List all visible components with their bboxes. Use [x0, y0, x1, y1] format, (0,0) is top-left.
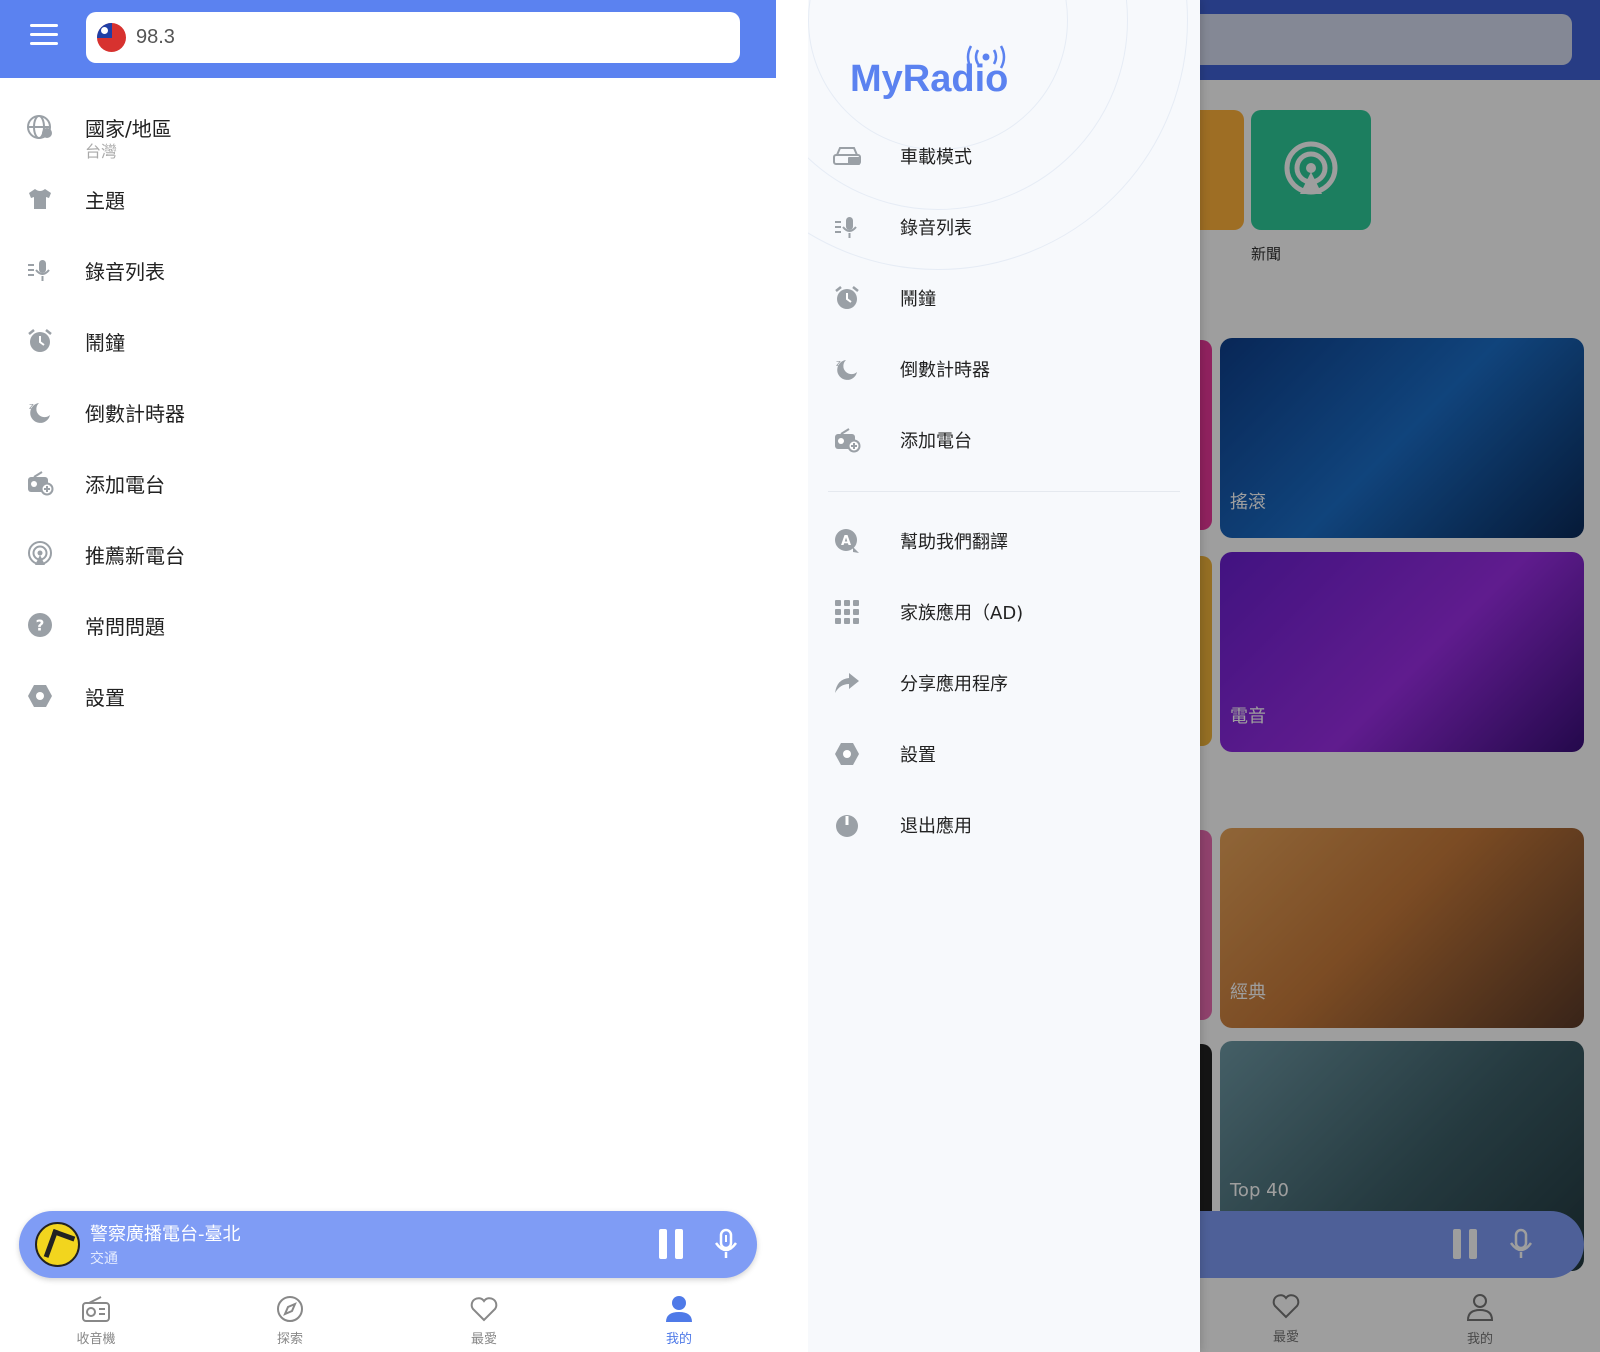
- help-icon: ?: [26, 611, 54, 639]
- drawer-item-label: 鬧鐘: [900, 289, 936, 310]
- drawer-divider: [828, 491, 1180, 492]
- drawer-item-label: 退出應用: [900, 816, 972, 837]
- drawer-item-label: 錄音列表: [900, 218, 972, 239]
- drawer-item-label: 車載模式: [900, 147, 972, 168]
- broadcast-icon: [26, 540, 54, 568]
- menu-item-label: 鬧鐘: [85, 331, 125, 355]
- add-radio-icon: [832, 425, 862, 455]
- drawer-item-label: 添加電台: [900, 431, 972, 452]
- tab-label: 最愛: [470, 1332, 497, 1347]
- drawer-item-settings[interactable]: 設置: [808, 726, 1200, 782]
- person-icon: [629, 1292, 729, 1326]
- taiwan-flag-icon: [97, 23, 126, 52]
- heart-icon: [434, 1292, 534, 1326]
- player-station-genre: 交通: [90, 1251, 118, 1267]
- drawer-item-recordings[interactable]: 錄音列表: [808, 199, 1200, 255]
- settings-icon: [26, 682, 54, 710]
- car-icon: [832, 141, 862, 171]
- menu-item-sublabel: 台灣: [85, 142, 118, 161]
- record-button[interactable]: [713, 1228, 739, 1260]
- tab-profile[interactable]: 我的: [629, 1292, 729, 1350]
- menu-item-label: 主題: [85, 189, 125, 213]
- hamburger-menu-button[interactable]: [30, 24, 64, 52]
- drawer-item-alarm[interactable]: 鬧鐘: [808, 270, 1200, 326]
- add-radio-icon: [26, 469, 54, 497]
- menu-item-sleep-timer[interactable]: z 倒數計時器: [0, 383, 776, 443]
- recording-list-icon: [832, 212, 862, 242]
- menu-item-recordings[interactable]: 錄音列表: [0, 241, 776, 301]
- drawer-item-car-mode[interactable]: 車載模式: [808, 128, 1200, 184]
- myradio-logo: MyRadio: [850, 45, 1008, 101]
- svg-text:?: ?: [36, 617, 45, 635]
- menu-item-label: 設置: [85, 686, 125, 710]
- navigation-drawer: MyRadio 車載模式 錄音列表 鬧鐘 z 倒數計時器 添加電台 A 幫助我們…: [808, 0, 1200, 1352]
- drawer-item-share[interactable]: 分享應用程序: [808, 655, 1200, 711]
- drawer-item-label: 倒數計時器: [900, 360, 990, 381]
- menu-item-country[interactable]: 國家/地區 台灣: [0, 98, 776, 161]
- bottom-navigation: 收音機 探索 最愛 我的: [0, 1286, 776, 1352]
- tab-favorites[interactable]: 最愛: [434, 1292, 534, 1350]
- drawer-item-family-apps[interactable]: 家族應用（AD): [808, 584, 1200, 640]
- compass-icon: [240, 1292, 340, 1326]
- alarm-clock-icon: [832, 283, 862, 313]
- search-input[interactable]: [136, 22, 716, 53]
- drawer-item-translate[interactable]: A 幫助我們翻譯: [808, 513, 1200, 569]
- menu-item-faq[interactable]: ? 常問問題: [0, 596, 776, 656]
- drawer-item-sleep-timer[interactable]: z 倒數計時器: [808, 341, 1200, 397]
- svg-text:z: z: [29, 402, 34, 412]
- broadcast-waves-icon: [966, 45, 1006, 69]
- drawer-item-add-station[interactable]: 添加電台: [808, 412, 1200, 468]
- svg-text:z: z: [836, 359, 841, 369]
- menu-item-theme[interactable]: 主題: [0, 170, 776, 230]
- alarm-clock-icon: [26, 327, 54, 355]
- svg-text:A: A: [841, 534, 851, 549]
- recording-list-icon: [26, 256, 54, 284]
- menu-item-alarm[interactable]: 鬧鐘: [0, 312, 776, 372]
- menu-item-label: 錄音列表: [85, 260, 165, 284]
- menu-item-label: 倒數計時器: [85, 402, 185, 426]
- mini-player[interactable]: 警察廣播電台-臺北 交通: [19, 1211, 757, 1278]
- top-bar: [0, 0, 776, 78]
- drawer-item-label: 家族應用（AD): [900, 603, 1024, 624]
- menu-item-recommend-station[interactable]: 推薦新電台: [0, 525, 776, 585]
- tab-label: 探索: [276, 1332, 303, 1347]
- sleep-timer-icon: z: [26, 398, 54, 426]
- pause-button[interactable]: [659, 1229, 685, 1259]
- menu-item-add-station[interactable]: 添加電台: [0, 454, 776, 514]
- tshirt-icon: [26, 185, 54, 213]
- translate-icon: A: [832, 526, 862, 556]
- drawer-item-label: 設置: [900, 745, 936, 766]
- tab-explore[interactable]: 探索: [240, 1292, 340, 1350]
- station-logo: [35, 1222, 80, 1267]
- menu-item-label: 推薦新電台: [85, 544, 185, 568]
- settings-icon: [832, 739, 862, 769]
- drawer-item-exit[interactable]: 退出應用: [808, 797, 1200, 853]
- power-icon: [832, 810, 862, 840]
- share-icon: [832, 668, 862, 698]
- app-grid-icon: [832, 597, 862, 627]
- drawer-item-label: 分享應用程序: [900, 674, 1008, 695]
- search-box[interactable]: [86, 12, 740, 63]
- globe-icon: [26, 113, 54, 141]
- left-screen: 國家/地區 台灣 主題 錄音列表 鬧鐘 z 倒數計時器 添加電台 推薦: [0, 0, 776, 1352]
- menu-item-label: 添加電台: [85, 473, 165, 497]
- tab-label: 收音機: [76, 1332, 116, 1347]
- menu-item-label: 常問問題: [85, 615, 165, 639]
- tab-radio[interactable]: 收音機: [46, 1292, 146, 1350]
- player-station-title: 警察廣播電台-臺北: [90, 1224, 241, 1245]
- drawer-item-label: 幫助我們翻譯: [900, 532, 1008, 553]
- drawer-scrim-overlay[interactable]: [1188, 0, 1600, 1352]
- sleep-timer-icon: z: [832, 354, 862, 384]
- menu-item-settings[interactable]: 設置: [0, 667, 776, 727]
- tab-label: 我的: [665, 1332, 692, 1347]
- right-screen: 新聞 搖滾 電音 經典 Top 40 最愛 我的 MyRadio 車載模式 錄音…: [808, 0, 1600, 1352]
- radio-icon: [46, 1292, 146, 1326]
